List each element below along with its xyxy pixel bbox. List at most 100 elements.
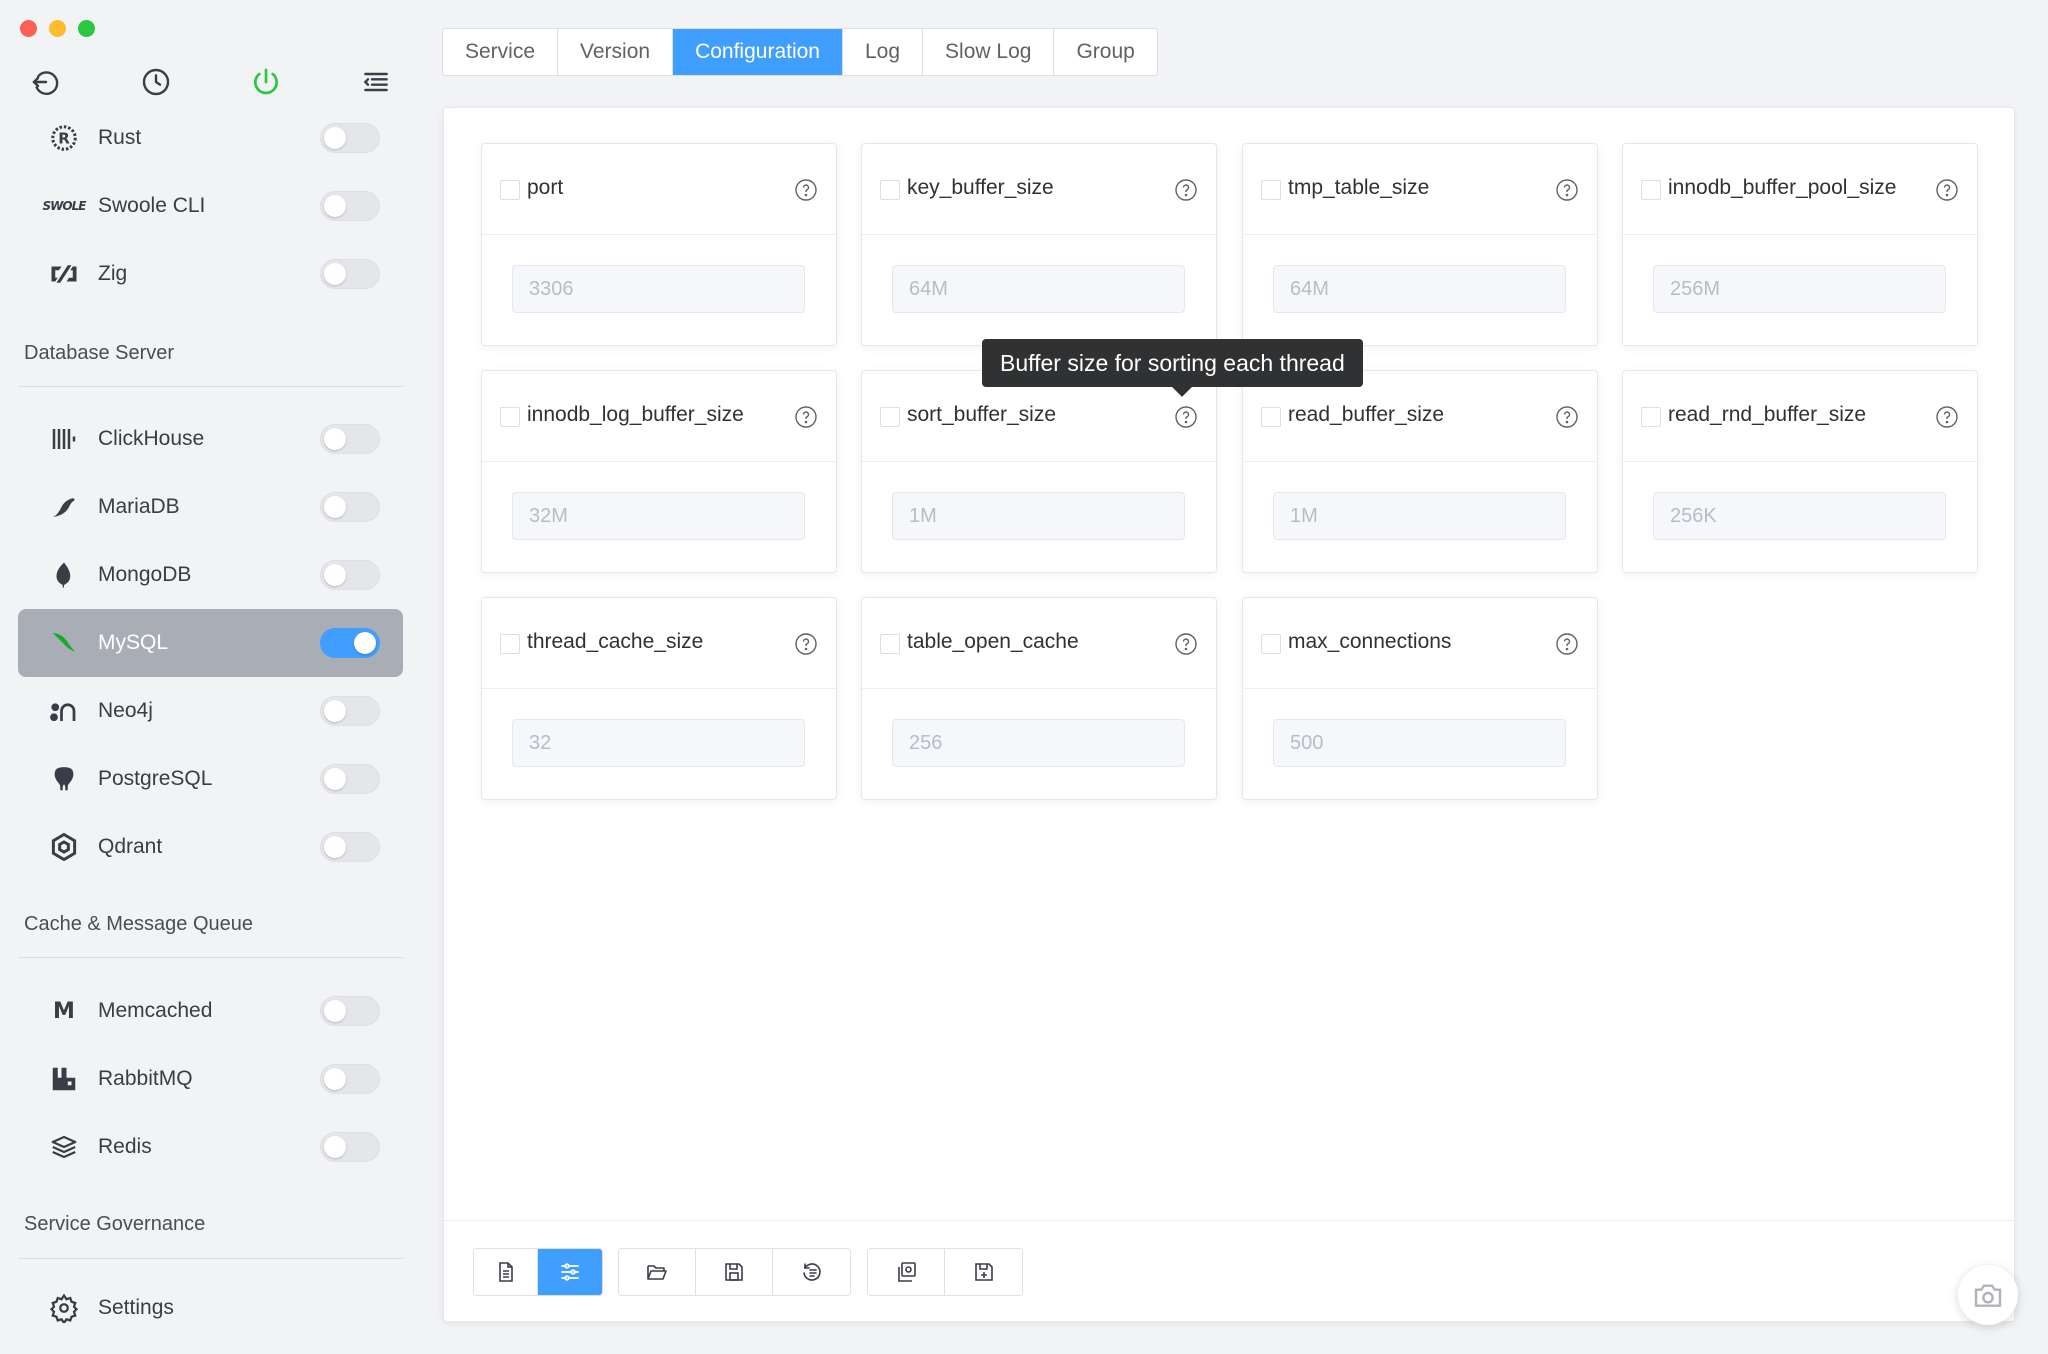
- zig-icon: [48, 258, 80, 290]
- mysql-toggle[interactable]: [320, 628, 380, 658]
- sidebar-item-label: Rust: [98, 126, 142, 149]
- config-card-read-rnd-buffer-size: read_rnd_buffer_size 256K: [1622, 370, 1978, 573]
- load-preset-button[interactable]: [868, 1249, 945, 1295]
- config-value-input[interactable]: 1M: [1273, 492, 1566, 540]
- help-icon[interactable]: [794, 632, 818, 656]
- help-icon[interactable]: [1174, 178, 1198, 202]
- section-title-cache: Cache & Message Queue: [24, 913, 254, 935]
- sidebar-item-memcached[interactable]: M Memcached: [18, 977, 403, 1045]
- help-icon[interactable]: [1935, 178, 1959, 202]
- help-icon[interactable]: [1174, 632, 1198, 656]
- config-value-input[interactable]: 256: [892, 719, 1185, 767]
- mysql-icon: [48, 627, 80, 659]
- postgresql-toggle[interactable]: [320, 764, 380, 794]
- swoole-cli-toggle[interactable]: [320, 191, 380, 221]
- sidebar-item-redis[interactable]: Redis: [18, 1113, 403, 1181]
- sidebar-item-swoole-cli[interactable]: SWOLE Swoole CLI: [18, 172, 403, 240]
- screenshot-button[interactable]: [1958, 1265, 2018, 1325]
- file-view-button[interactable]: [474, 1249, 538, 1295]
- config-checkbox[interactable]: [1261, 634, 1281, 654]
- card-body: 256: [862, 689, 1216, 800]
- copy-settings-icon: [898, 1262, 916, 1282]
- back-icon[interactable]: [30, 66, 62, 98]
- sidebar-item-rust[interactable]: R Rust: [18, 104, 403, 172]
- config-checkbox[interactable]: [880, 180, 900, 200]
- config-value-input[interactable]: 32M: [512, 492, 805, 540]
- config-checkbox[interactable]: [880, 407, 900, 427]
- config-checkbox[interactable]: [500, 180, 520, 200]
- card-header: key_buffer_size: [862, 144, 1216, 235]
- sidebar-item-mariadb[interactable]: MariaDB: [18, 473, 403, 541]
- config-value-input[interactable]: 64M: [1273, 265, 1566, 313]
- help-icon[interactable]: [1935, 405, 1959, 429]
- clickhouse-toggle[interactable]: [320, 424, 380, 454]
- power-icon[interactable]: [250, 66, 282, 98]
- save-button[interactable]: [696, 1249, 773, 1295]
- sidebar-item-mongodb[interactable]: MongoDB: [18, 541, 403, 609]
- config-name: tmp_table_size: [1288, 176, 1430, 199]
- menu-collapse-icon[interactable]: [360, 66, 392, 98]
- swoole-icon: SWOLE: [42, 199, 87, 213]
- sidebar-item-neo4j[interactable]: Neo4j: [18, 677, 403, 745]
- config-name: sort_buffer_size: [907, 403, 1057, 426]
- rabbitmq-toggle[interactable]: [320, 1064, 380, 1094]
- sidebar-item-qdrant[interactable]: Qdrant: [18, 813, 403, 881]
- zoom-window-button[interactable]: [78, 20, 95, 37]
- help-icon[interactable]: [794, 405, 818, 429]
- sidebar-item-postgresql[interactable]: PostgreSQL: [18, 745, 403, 813]
- config-checkbox[interactable]: [880, 634, 900, 654]
- tab-log[interactable]: Log: [843, 29, 924, 75]
- config-checkbox[interactable]: [500, 407, 520, 427]
- redis-toggle[interactable]: [320, 1132, 380, 1162]
- sidebar-item-label: MongoDB: [98, 563, 192, 586]
- tab-group[interactable]: Group: [1054, 29, 1157, 75]
- config-value-input[interactable]: 256K: [1653, 492, 1946, 540]
- neo4j-toggle[interactable]: [320, 696, 380, 726]
- config-checkbox[interactable]: [1641, 407, 1661, 427]
- tab-version[interactable]: Version: [558, 29, 674, 75]
- config-value-input[interactable]: 256M: [1653, 265, 1946, 313]
- tab-configuration[interactable]: Configuration: [673, 29, 843, 75]
- mariadb-toggle[interactable]: [320, 492, 380, 522]
- config-card-thread-cache-size: thread_cache_size 32: [481, 597, 837, 800]
- help-icon[interactable]: [1555, 632, 1579, 656]
- config-value-input[interactable]: 500: [1273, 719, 1566, 767]
- qdrant-toggle[interactable]: [320, 832, 380, 862]
- config-value-input[interactable]: 3306: [512, 265, 805, 313]
- mongodb-toggle[interactable]: [320, 560, 380, 590]
- sidebar-item-label: MySQL: [98, 631, 169, 654]
- config-checkbox[interactable]: [500, 634, 520, 654]
- tab-service[interactable]: Service: [443, 29, 559, 75]
- sidebar-item-clickhouse[interactable]: ClickHouse: [18, 405, 403, 473]
- config-value-input[interactable]: 64M: [892, 265, 1185, 313]
- form-view-button[interactable]: [538, 1249, 602, 1295]
- sidebar-item-label: ClickHouse: [98, 427, 205, 450]
- reset-button[interactable]: [773, 1249, 850, 1295]
- sidebar-item-rabbitmq[interactable]: RabbitMQ: [18, 1045, 403, 1113]
- open-folder-button[interactable]: [619, 1249, 696, 1295]
- config-checkbox[interactable]: [1261, 407, 1281, 427]
- zig-toggle[interactable]: [320, 259, 380, 289]
- memcached-toggle[interactable]: [320, 996, 380, 1026]
- sidebar-item-zig[interactable]: Zig: [18, 240, 403, 308]
- tab-slow-log[interactable]: Slow Log: [923, 29, 1055, 75]
- config-checkbox[interactable]: [1261, 180, 1281, 200]
- sidebar-item-label: Zig: [98, 262, 128, 285]
- help-icon[interactable]: [1555, 405, 1579, 429]
- save-preset-button[interactable]: [945, 1249, 1022, 1295]
- config-value-input[interactable]: 32: [512, 719, 805, 767]
- rust-toggle[interactable]: [320, 123, 380, 153]
- clock-icon[interactable]: [140, 66, 172, 98]
- help-icon[interactable]: [1555, 178, 1579, 202]
- help-icon[interactable]: [794, 178, 818, 202]
- preset-actions-group: [867, 1248, 1023, 1296]
- config-value-input[interactable]: 1M: [892, 492, 1185, 540]
- sidebar-item-label: MariaDB: [98, 495, 180, 518]
- config-checkbox[interactable]: [1641, 180, 1661, 200]
- sidebar-item-settings[interactable]: Settings: [18, 1274, 403, 1342]
- minimize-window-button[interactable]: [49, 20, 66, 37]
- help-icon[interactable]: [1174, 405, 1198, 429]
- sidebar-item-mysql[interactable]: MySQL: [18, 609, 403, 677]
- file-actions-group: [618, 1248, 851, 1296]
- close-window-button[interactable]: [20, 20, 37, 37]
